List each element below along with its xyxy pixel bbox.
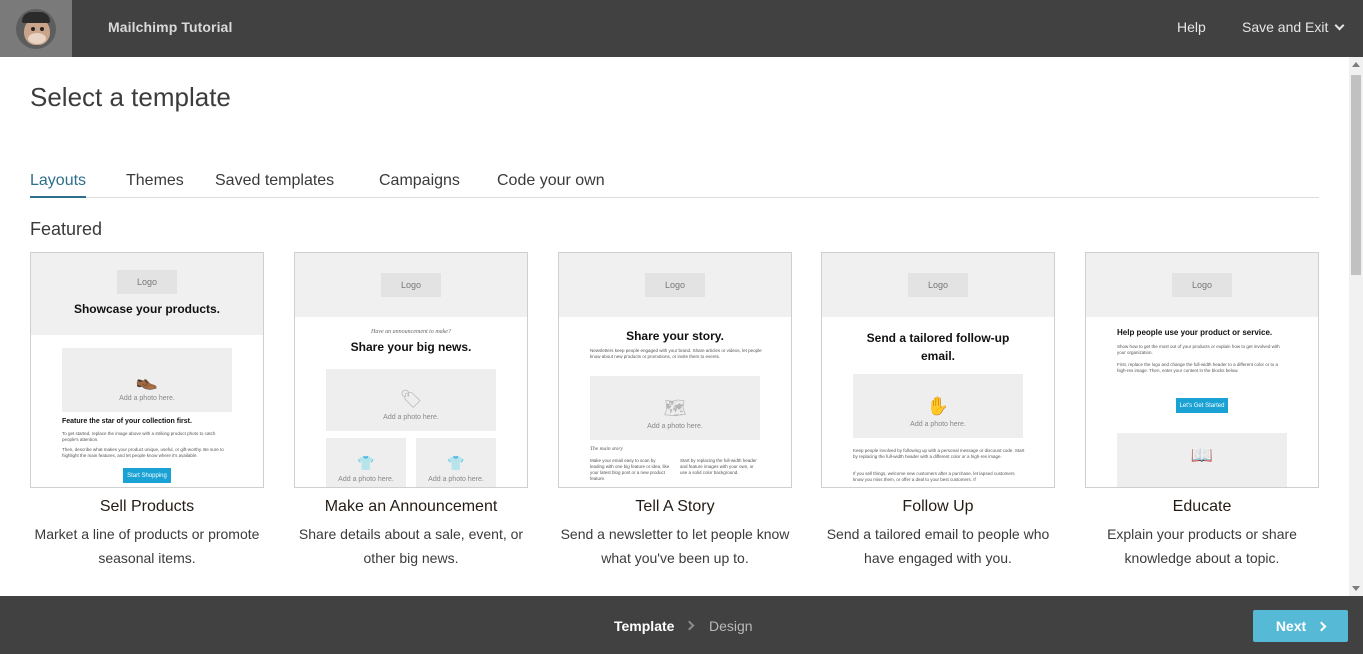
card-description: Explain your products or share knowledge… <box>1107 526 1297 566</box>
preview-logo: Logo <box>645 273 705 297</box>
tab-campaigns[interactable]: Campaigns <box>379 172 460 196</box>
preview-photo: 👞 Add a photo here. <box>62 348 232 412</box>
preview-logo: Logo <box>381 273 441 297</box>
template-card-tell-a-story[interactable]: Logo Share your story. Newsletters keep … <box>558 252 792 570</box>
preview-body-2: Then, describe what makes your product u… <box>62 447 224 458</box>
save-and-exit-menu[interactable]: Save and Exit <box>1242 19 1345 35</box>
tab-saved-templates[interactable]: Saved templates <box>215 172 334 196</box>
template-card-educate[interactable]: Logo Help people use your product or ser… <box>1085 252 1319 570</box>
shoe-icon: 👞 <box>135 370 159 390</box>
template-preview[interactable]: Logo Send a tailored follow-up email. ✋ … <box>821 252 1055 488</box>
card-title: Tell A Story <box>635 498 715 515</box>
shirt-icon: 👕 <box>447 455 465 471</box>
preview-section: The main story <box>590 446 623 452</box>
card-title: Educate <box>1172 498 1232 515</box>
template-tabs: Layouts Themes Saved templates Campaigns… <box>30 170 1319 198</box>
template-card-sell-products[interactable]: Logo Showcase your products. 👞 Add a pho… <box>30 252 264 570</box>
template-preview[interactable]: Logo Share your story. Newsletters keep … <box>558 252 792 488</box>
chevron-down-icon <box>1334 20 1345 30</box>
card-description: Market a line of products or promote sea… <box>34 526 260 566</box>
preview-body: Newsletters keep people engaged with you… <box>590 348 762 359</box>
tab-layouts[interactable]: Layouts <box>30 172 87 198</box>
template-card-make-an-announcement[interactable]: Logo Have an announcement to make? Share… <box>294 252 528 570</box>
preview-logo: Logo <box>1172 273 1232 297</box>
section-title: Featured <box>30 219 103 239</box>
help-link[interactable]: Help <box>1177 19 1206 35</box>
preview-subhead: Feature the star of your collection firs… <box>62 418 192 425</box>
next-button-label: Next <box>1275 618 1307 634</box>
preview-headline: Help people use your product or service. <box>1117 328 1273 337</box>
preview-photo-small: 👕 Add a photo here. <box>416 438 496 487</box>
card-title: Follow Up <box>902 498 974 515</box>
top-bar: Mailchimp Tutorial Help Save and Exit <box>0 0 1363 57</box>
preview-col-1: Make your email easy to scan by leading … <box>590 458 670 481</box>
tab-themes[interactable]: Themes <box>126 172 184 196</box>
preview-button: Let's Get Started <box>1176 398 1228 413</box>
shoe-sale-icon: 🏷 <box>399 389 423 409</box>
campaign-title: Mailchimp Tutorial <box>108 19 233 35</box>
preview-logo: Logo <box>908 273 968 297</box>
scroll-down-arrow-icon[interactable] <box>1352 586 1360 591</box>
preview-body-1: Show how to get the most out of your pro… <box>1117 344 1280 355</box>
preview-headline: Share your big news. <box>350 340 472 354</box>
step-template[interactable]: Template <box>614 618 674 634</box>
template-preview[interactable]: Logo Have an announcement to make? Share… <box>294 252 528 488</box>
card-description: Send a newsletter to let people know wha… <box>560 526 790 566</box>
preview-button: Start Shopping <box>123 468 171 483</box>
chevron-right-icon <box>1316 621 1327 631</box>
footer-bar: Template Design Next <box>0 596 1363 654</box>
page-title: Select a template <box>30 82 231 112</box>
preview-photo-small: 👕 Add a photo here. <box>326 438 406 487</box>
preview-headline: Share your story. <box>626 329 724 343</box>
preview-photo: 🗺 Add a photo here. <box>590 376 760 440</box>
next-button[interactable]: Next <box>1253 610 1348 642</box>
tab-code-your-own[interactable]: Code your own <box>497 172 605 196</box>
card-description: Send a tailored email to people who have… <box>826 526 1050 566</box>
preview-kicker: Have an announcement to make? <box>371 329 451 335</box>
hand-wave-icon: ✋ <box>926 396 950 416</box>
preview-photo: 📖 <box>1117 433 1287 487</box>
save-and-exit-label: Save and Exit <box>1242 19 1329 35</box>
preview-photo: ✋ Add a photo here. <box>853 374 1023 438</box>
photos-icon: 🗺 <box>663 398 687 418</box>
mailchimp-logo[interactable] <box>0 0 72 57</box>
shirt-icon: 👕 <box>357 455 375 471</box>
freddie-icon <box>16 8 56 49</box>
vertical-scrollbar[interactable] <box>1349 57 1363 596</box>
preview-body-1: Keep people involved by following up wit… <box>853 448 1025 459</box>
template-card-follow-up[interactable]: Logo Send a tailored follow-up email. ✋ … <box>821 252 1055 570</box>
scroll-up-arrow-icon[interactable] <box>1352 62 1360 67</box>
card-title: Make an Announcement <box>324 498 498 515</box>
step-design[interactable]: Design <box>709 618 753 634</box>
chevron-right-icon <box>684 620 695 631</box>
card-title: Sell Products <box>99 498 195 515</box>
book-icon: 📖 <box>1190 445 1214 465</box>
preview-logo: Logo <box>117 270 177 294</box>
scroll-thumb[interactable] <box>1351 75 1361 275</box>
preview-headline: Send a tailored follow-up email. <box>866 331 1010 363</box>
preview-headline: Showcase your products. <box>73 302 221 316</box>
preview-photo: 🏷 Add a photo here. <box>326 369 496 431</box>
preview-body-1: To get started, replace the image above … <box>62 431 216 442</box>
preview-body-2: If you sell things, welcome new customer… <box>853 471 1015 482</box>
card-description: Share details about a sale, event, or ot… <box>298 526 524 566</box>
template-preview[interactable]: Logo Showcase your products. 👞 Add a pho… <box>30 252 264 488</box>
preview-body-2: First, replace the logo and change the f… <box>1117 362 1279 373</box>
preview-col-2: Start by replacing the full-width header… <box>680 458 757 475</box>
template-preview[interactable]: Logo Help people use your product or ser… <box>1085 252 1319 488</box>
